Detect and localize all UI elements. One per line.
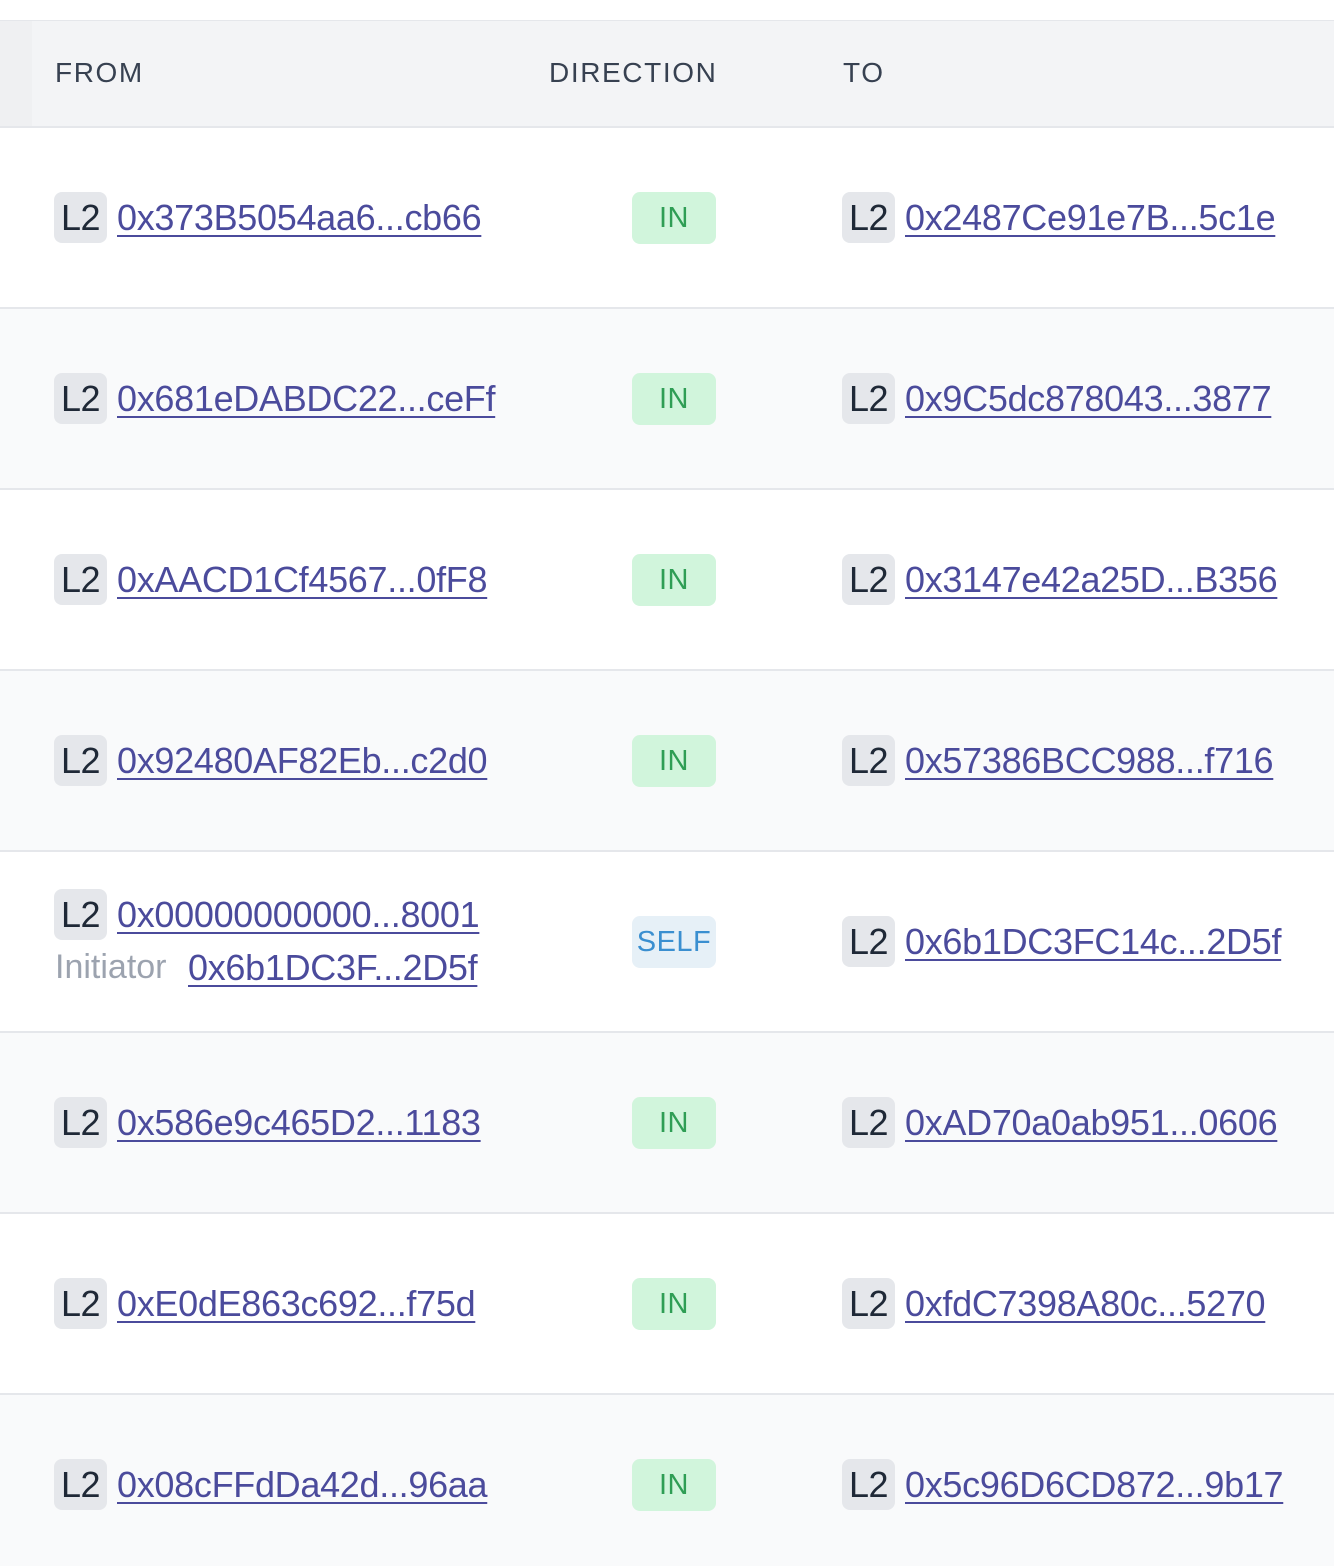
layer-chip: L2 xyxy=(842,735,895,786)
table-header: FROM DIRECTION TO xyxy=(0,21,1334,128)
direction-badge: IN xyxy=(632,1278,716,1330)
layer-chip: L2 xyxy=(54,373,107,424)
to-address-link[interactable]: 0x3147e42a25D...B356 xyxy=(905,554,1278,605)
layer-chip: L2 xyxy=(54,1278,107,1329)
layer-chip: L2 xyxy=(54,1097,107,1148)
direction-badge: IN xyxy=(632,1097,716,1149)
initiator-label: Initiator xyxy=(55,948,167,986)
table-row: L2 0xE0dE863c692...f75d IN L2 0xfdC7398A… xyxy=(0,1214,1334,1395)
direction-badge: IN xyxy=(632,373,716,425)
column-header-from: FROM xyxy=(55,57,144,88)
table-row: L2 0x92480AF82Eb...c2d0 IN L2 0x57386BCC… xyxy=(0,671,1334,852)
layer-chip: L2 xyxy=(54,554,107,605)
transfers-table: FROM DIRECTION TO L2 0x373B5054aa6...cb6… xyxy=(0,0,1334,1566)
from-address-link[interactable]: 0x681eDABDC22...ceFf xyxy=(117,373,496,424)
to-address-link[interactable]: 0x2487Ce91e7B...5c1e xyxy=(905,192,1276,243)
header-cell-shade xyxy=(0,21,32,126)
table-row: L2 0x373B5054aa6...cb66 IN L2 0x2487Ce91… xyxy=(0,128,1334,309)
column-header-direction: DIRECTION xyxy=(549,57,718,88)
from-address-link[interactable]: 0x08cFFdDa42d...96aa xyxy=(117,1459,488,1510)
layer-chip: L2 xyxy=(842,1097,895,1148)
layer-chip: L2 xyxy=(54,1459,107,1510)
initiator-address-link[interactable]: 0x6b1DC3F...2D5f xyxy=(188,942,478,993)
table-row: L2 0x08cFFdDa42d...96aa IN L2 0x5c96D6CD… xyxy=(0,1395,1334,1566)
layer-chip: L2 xyxy=(842,192,895,243)
column-header-to: TO xyxy=(843,57,885,88)
direction-badge: SELF xyxy=(632,916,716,968)
direction-badge: IN xyxy=(632,735,716,787)
to-address-link[interactable]: 0xfdC7398A80c...5270 xyxy=(905,1278,1266,1329)
from-address-link[interactable]: 0x586e9c465D2...1183 xyxy=(117,1097,481,1148)
to-address-link[interactable]: 0x6b1DC3FC14c...2D5f xyxy=(905,916,1281,967)
from-address-link[interactable]: 0x00000000000...8001 xyxy=(117,889,480,940)
direction-badge: IN xyxy=(632,192,716,244)
table-row: L2 0x586e9c465D2...1183 IN L2 0xAD70a0ab… xyxy=(0,1033,1334,1214)
to-address-link[interactable]: 0x57386BCC988...f716 xyxy=(905,735,1274,786)
table-row: L2 0x681eDABDC22...ceFf IN L2 0x9C5dc878… xyxy=(0,309,1334,490)
table-row: L2 0x00000000000...8001 Initiator 0x6b1D… xyxy=(0,852,1334,1033)
layer-chip: L2 xyxy=(842,916,895,967)
table-row: L2 0xAACD1Cf4567...0fF8 IN L2 0x3147e42a… xyxy=(0,490,1334,671)
layer-chip: L2 xyxy=(842,554,895,605)
from-address-link[interactable]: 0x92480AF82Eb...c2d0 xyxy=(117,735,488,786)
to-address-link[interactable]: 0x5c96D6CD872...9b17 xyxy=(905,1459,1284,1510)
from-address-link[interactable]: 0x373B5054aa6...cb66 xyxy=(117,192,482,243)
from-address-link[interactable]: 0xAACD1Cf4567...0fF8 xyxy=(117,554,488,605)
layer-chip: L2 xyxy=(842,1459,895,1510)
layer-chip: L2 xyxy=(842,1278,895,1329)
from-address-link[interactable]: 0xE0dE863c692...f75d xyxy=(117,1278,476,1329)
layer-chip: L2 xyxy=(842,373,895,424)
to-address-link[interactable]: 0xAD70a0ab951...0606 xyxy=(905,1097,1278,1148)
layer-chip: L2 xyxy=(54,735,107,786)
direction-badge: IN xyxy=(632,1459,716,1511)
direction-badge: IN xyxy=(632,554,716,606)
layer-chip: L2 xyxy=(54,889,107,940)
layer-chip: L2 xyxy=(54,192,107,243)
to-address-link[interactable]: 0x9C5dc878043...3877 xyxy=(905,373,1272,424)
